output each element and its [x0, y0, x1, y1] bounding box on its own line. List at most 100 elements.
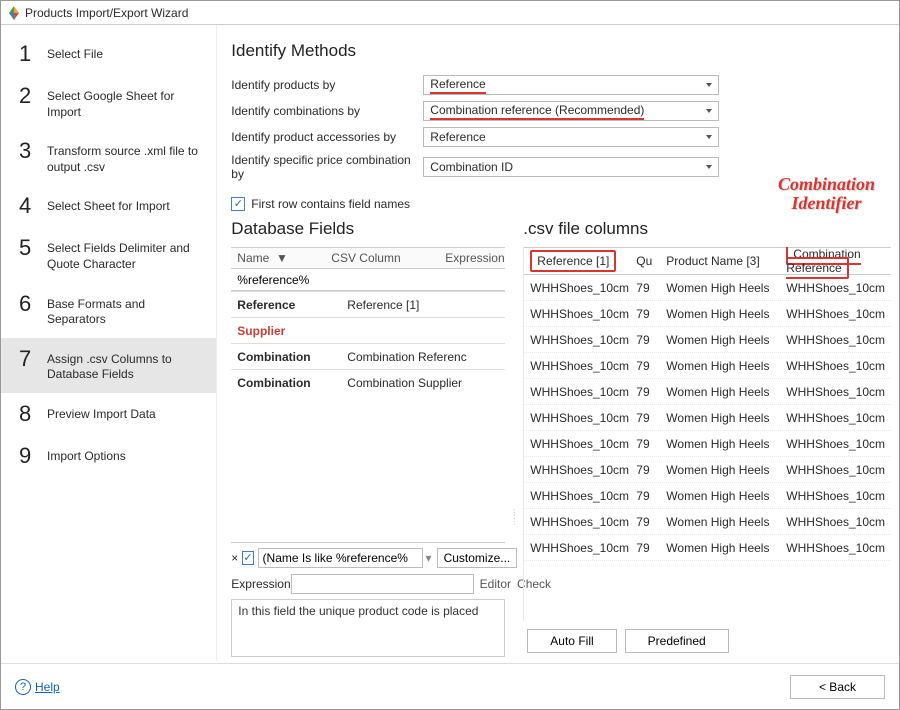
csv-row[interactable]: WHHShoes_10cm79Women High HeelsWHHShoes_…: [524, 405, 891, 431]
identify-combinations-select[interactable]: Combination reference (Recommended): [423, 101, 719, 121]
predefined-button[interactable]: Predefined: [625, 629, 729, 653]
csv-cell-comb: WHHShoes_10cm: [780, 281, 891, 295]
csv-cell-qu: 79: [630, 489, 660, 503]
db-row[interactable]: Combination Combination Supplier: [231, 369, 505, 395]
clear-filter-icon[interactable]: ×: [231, 551, 238, 565]
csv-head-qu[interactable]: Qu: [630, 254, 660, 268]
identify-price-select[interactable]: Combination ID: [423, 157, 719, 177]
window-titlebar: Products Import/Export Wizard: [1, 1, 899, 25]
first-row-label: First row contains field names: [251, 197, 410, 211]
step-3[interactable]: 3Transform source .xml file to output .c…: [1, 130, 216, 185]
step-4[interactable]: 4Select Sheet for Import: [1, 185, 216, 227]
csv-cell-name: Women High Heels: [660, 437, 780, 451]
step-8[interactable]: 8Preview Import Data: [1, 393, 216, 435]
csv-cell-comb: WHHShoes_10cm: [780, 307, 891, 321]
csv-row[interactable]: WHHShoes_10cm79Women High HeelsWHHShoes_…: [524, 457, 891, 483]
chevron-down-icon: [706, 83, 712, 87]
select-value: Combination reference (Recommended): [430, 103, 644, 120]
db-row[interactable]: Supplier: [231, 317, 505, 343]
csv-cell-comb: WHHShoes_10cm: [780, 411, 891, 425]
app-icon: [7, 6, 21, 20]
db-row-csv: Reference [1]: [341, 294, 505, 316]
csv-columns-panel: .csv file columns Reference [1] Qu Produ…: [517, 217, 891, 657]
csv-row[interactable]: WHHShoes_10cm79Women High HeelsWHHShoes_…: [524, 483, 891, 509]
step-2[interactable]: 2Select Google Sheet for Import: [1, 75, 216, 130]
db-search-input[interactable]: [231, 269, 341, 290]
customize-button[interactable]: Customize...: [437, 548, 518, 568]
filter-expression-input[interactable]: [258, 548, 423, 568]
chevron-down-icon[interactable]: ▾: [426, 551, 432, 565]
db-fields-title: Database Fields: [231, 219, 505, 239]
csv-cell-name: Women High Heels: [660, 489, 780, 503]
csv-cell-comb: WHHShoes_10cm: [780, 489, 891, 503]
csv-cell-name: Women High Heels: [660, 541, 780, 555]
csv-cell-ref: WHHShoes_10cm: [524, 333, 630, 347]
csv-header-row: Reference [1] Qu Product Name [3] Combin…: [524, 247, 891, 275]
identify-products-label: Identify products by: [231, 78, 423, 92]
editor-link[interactable]: Editor: [480, 577, 511, 591]
identify-combinations-label: Identify combinations by: [231, 104, 423, 118]
col-csv[interactable]: CSV Column: [325, 251, 439, 265]
csv-cell-name: Women High Heels: [660, 281, 780, 295]
step-1[interactable]: 1Select File: [1, 33, 216, 75]
database-fields-panel: Database Fields Name ▼ CSV Column Expres…: [231, 217, 511, 657]
csv-head-comb[interactable]: Combination Reference: [786, 247, 860, 279]
identify-price-label: Identify specific price combination by: [231, 153, 423, 181]
step-label: Select File: [43, 43, 103, 63]
csv-cell-name: Women High Heels: [660, 385, 780, 399]
csv-row[interactable]: WHHShoes_10cm79Women High HeelsWHHShoes_…: [524, 301, 891, 327]
csv-cell-comb: WHHShoes_10cm: [780, 437, 891, 451]
csv-row[interactable]: WHHShoes_10cm79Women High HeelsWHHShoes_…: [524, 353, 891, 379]
step-6[interactable]: 6Base Formats and Separators: [1, 283, 216, 338]
csv-cell-ref: WHHShoes_10cm: [524, 411, 630, 425]
csv-cell-comb: WHHShoes_10cm: [780, 515, 891, 529]
col-name[interactable]: Name ▼: [231, 251, 325, 265]
csv-cell-qu: 79: [630, 515, 660, 529]
chevron-down-icon: [706, 135, 712, 139]
help-label: Help: [35, 680, 60, 694]
csv-cell-qu: 79: [630, 307, 660, 321]
csv-cell-name: Women High Heels: [660, 359, 780, 373]
csv-head-ref[interactable]: Reference [1]: [530, 250, 616, 272]
csv-cell-name: Women High Heels: [660, 515, 780, 529]
csv-cell-qu: 79: [630, 541, 660, 555]
help-link[interactable]: ? Help: [15, 679, 60, 695]
csv-row[interactable]: WHHShoes_10cm79Women High HeelsWHHShoes_…: [524, 509, 891, 535]
step-9[interactable]: 9Import Options: [1, 435, 216, 477]
csv-cell-qu: 79: [630, 437, 660, 451]
chevron-down-icon: [706, 165, 712, 169]
csv-cell-qu: 79: [630, 359, 660, 373]
db-row-name: Combination: [231, 346, 341, 368]
csv-cell-comb: WHHShoes_10cm: [780, 463, 891, 477]
db-grid-header: Name ▼ CSV Column Expression: [231, 247, 505, 269]
filter-checkbox[interactable]: ✓: [242, 551, 253, 565]
identify-products-select[interactable]: Reference: [423, 75, 719, 95]
field-help-text: In this field the unique product code is…: [231, 599, 505, 657]
identify-accessories-select[interactable]: Reference: [423, 127, 719, 147]
csv-cell-name: Women High Heels: [660, 333, 780, 347]
expression-input[interactable]: [291, 574, 474, 594]
csv-row[interactable]: WHHShoes_10cm79Women High HeelsWHHShoes_…: [524, 535, 891, 561]
csv-cell-qu: 79: [630, 385, 660, 399]
step-7[interactable]: 7Assign .csv Columns to Database Fields: [1, 338, 216, 393]
csv-row[interactable]: WHHShoes_10cm79Women High HeelsWHHShoes_…: [524, 327, 891, 353]
db-row-csv: [341, 327, 505, 335]
col-expr[interactable]: Expression: [439, 251, 505, 265]
db-row[interactable]: Reference Reference [1]: [231, 291, 505, 317]
db-row[interactable]: Combination Combination Referenc: [231, 343, 505, 369]
csv-cell-ref: WHHShoes_10cm: [524, 541, 630, 555]
csv-row[interactable]: WHHShoes_10cm79Women High HeelsWHHShoes_…: [524, 379, 891, 405]
db-row-name: Supplier: [231, 320, 341, 342]
step-5[interactable]: 5Select Fields Delimiter and Quote Chara…: [1, 227, 216, 282]
csv-cell-qu: 79: [630, 333, 660, 347]
first-row-checkbox[interactable]: ✓ First row contains field names: [231, 197, 891, 211]
csv-head-name[interactable]: Product Name [3]: [660, 254, 780, 268]
step-label: Select Google Sheet for Import: [43, 85, 203, 120]
csv-cell-ref: WHHShoes_10cm: [524, 437, 630, 451]
back-button[interactable]: < Back: [790, 675, 885, 699]
csv-cell-comb: WHHShoes_10cm: [780, 359, 891, 373]
auto-fill-button[interactable]: Auto Fill: [527, 629, 616, 653]
csv-row[interactable]: WHHShoes_10cm79Women High HeelsWHHShoes_…: [524, 431, 891, 457]
step-label: Import Options: [43, 445, 126, 465]
csv-cell-ref: WHHShoes_10cm: [524, 307, 630, 321]
